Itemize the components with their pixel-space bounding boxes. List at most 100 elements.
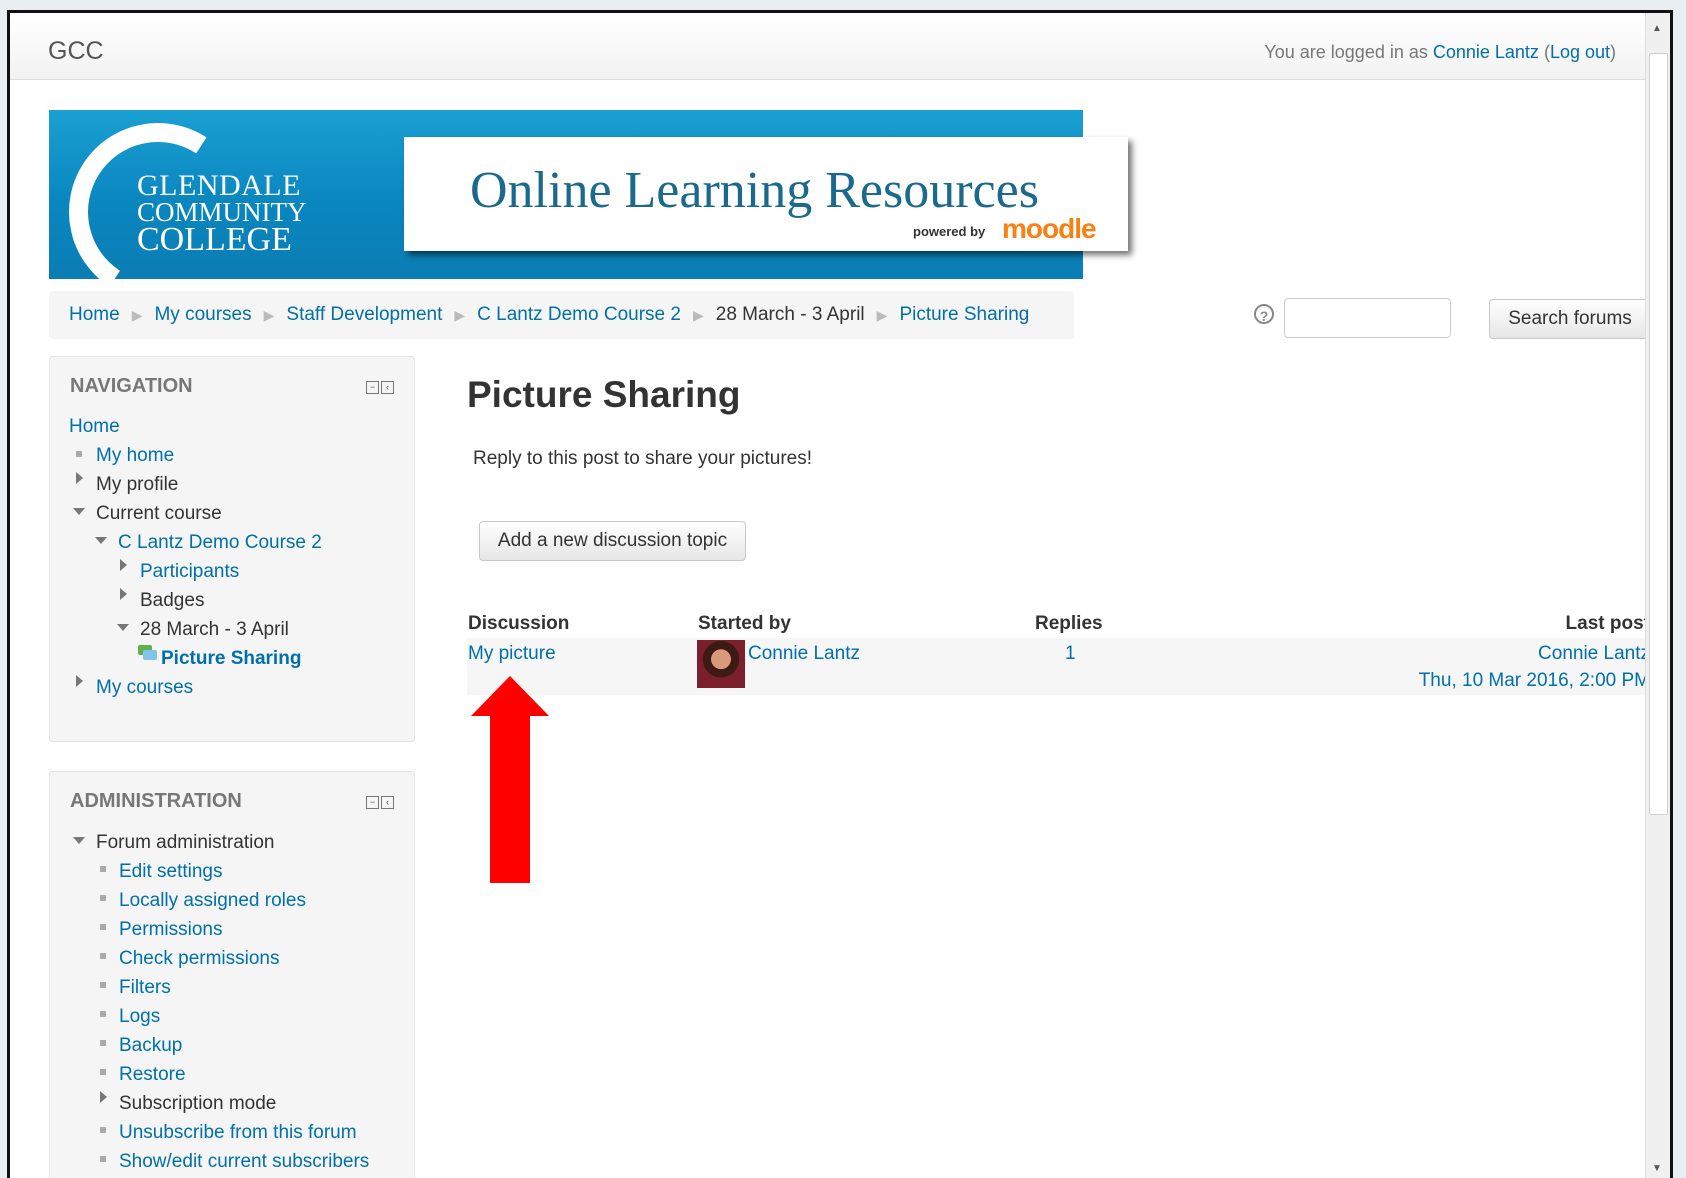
breadcrumb-separator-icon: ▶ [454, 306, 466, 323]
search-forums-button[interactable]: Search forums [1489, 299, 1651, 339]
nav-picture-sharing[interactable]: Picture Sharing [161, 648, 301, 670]
breadcrumb-separator-icon: ▶ [876, 306, 888, 323]
navigation-block: NAVIGATION − ‹ Home My home My profile Cu… [49, 356, 415, 742]
vertical-scrollbar[interactable]: ▲ ▼ [1645, 13, 1670, 1178]
nav-participants[interactable]: Participants [140, 561, 239, 583]
admin-locally-assigned-roles[interactable]: Locally assigned roles [119, 890, 306, 912]
logout-link[interactable]: Log out [1550, 42, 1610, 62]
nav-week[interactable]: 28 March - 3 April [140, 619, 289, 641]
admin-subscription-mode[interactable]: Subscription mode [119, 1093, 276, 1115]
login-info: You are logged in as Connie Lantz (Log o… [1264, 42, 1616, 62]
banner-title: Online Learning Resources [470, 162, 1039, 219]
search-forums-input[interactable] [1284, 298, 1451, 338]
nav-my-profile[interactable]: My profile [96, 474, 178, 496]
admin-show-edit-subscribers[interactable]: Show/edit current subscribers [119, 1151, 369, 1173]
last-post-date-link[interactable]: Thu, 10 Mar 2016, 2:00 PM [1419, 670, 1650, 692]
column-header-started-by: Started by [698, 613, 791, 634]
last-post-user-link[interactable]: Connie Lantz [1538, 643, 1650, 665]
collapse-arrow-icon[interactable] [95, 537, 107, 544]
bullet-icon [100, 1069, 106, 1075]
bullet-icon [100, 1011, 106, 1017]
column-header-discussion: Discussion [468, 613, 570, 634]
bullet-icon [100, 1127, 106, 1133]
expand-arrow-icon[interactable] [76, 675, 83, 687]
block-controls: − ‹ [366, 381, 394, 394]
login-prefix: You are logged in as [1264, 42, 1433, 62]
collapse-arrow-icon[interactable] [73, 837, 85, 844]
column-header-last-post: Last post [1565, 613, 1650, 634]
bullet-icon [100, 866, 106, 872]
breadcrumb-picture-sharing[interactable]: Picture Sharing [899, 304, 1029, 326]
bullet-icon [100, 924, 106, 930]
logo-line-1: GLENDALE [137, 169, 301, 202]
site-banner: GLENDALE COMMUNITY COLLEGE Online Learni… [49, 106, 1128, 318]
admin-permissions[interactable]: Permissions [119, 919, 222, 941]
forum-icon [138, 645, 157, 660]
started-by-link[interactable]: Connie Lantz [748, 643, 860, 665]
browser-window: GCC You are logged in as Connie Lantz (L… [7, 10, 1673, 1178]
user-profile-link[interactable]: Connie Lantz [1433, 42, 1539, 62]
add-discussion-topic-button[interactable]: Add a new discussion topic [479, 521, 746, 561]
block-controls: − ‹ [366, 796, 394, 809]
collapse-icon[interactable]: − [366, 796, 379, 809]
breadcrumb-home[interactable]: Home [69, 304, 120, 326]
expand-arrow-icon[interactable] [100, 1091, 107, 1103]
expand-arrow-icon[interactable] [120, 559, 127, 571]
admin-restore[interactable]: Restore [119, 1064, 186, 1086]
bullet-icon [100, 895, 106, 901]
bullet-icon [76, 451, 82, 457]
expand-arrow-icon[interactable] [120, 588, 127, 600]
admin-check-permissions[interactable]: Check permissions [119, 948, 280, 970]
collapse-arrow-icon[interactable] [117, 624, 129, 631]
powered-by-label: powered by [913, 224, 986, 239]
user-avatar[interactable] [697, 640, 745, 688]
admin-filters[interactable]: Filters [119, 977, 171, 999]
expand-arrow-icon[interactable] [76, 472, 83, 484]
logo-line-3: COLLEGE [137, 221, 292, 259]
bullet-icon [100, 982, 106, 988]
collapse-icon[interactable]: − [366, 381, 379, 394]
bullet-icon [100, 1040, 106, 1046]
bullet-icon [100, 1156, 106, 1162]
scroll-up-icon[interactable]: ▲ [1652, 23, 1662, 34]
discussion-link[interactable]: My picture [468, 643, 556, 665]
nav-home[interactable]: Home [69, 416, 120, 438]
navigation-block-title: NAVIGATION [70, 375, 193, 397]
breadcrumb-separator-icon: ▶ [131, 306, 143, 323]
admin-edit-settings[interactable]: Edit settings [119, 861, 223, 883]
breadcrumb-separator-icon: ▶ [692, 306, 704, 323]
top-navbar: GCC You are logged in as Connie Lantz (L… [10, 13, 1646, 80]
site-name[interactable]: GCC [48, 37, 104, 66]
dock-icon[interactable]: ‹ [381, 381, 394, 394]
breadcrumb-separator-icon: ▶ [263, 306, 275, 323]
red-arrow-head [471, 676, 549, 716]
breadcrumb-staff-development[interactable]: Staff Development [286, 304, 442, 326]
collapse-arrow-icon[interactable] [73, 508, 85, 515]
column-header-replies: Replies [1035, 613, 1103, 634]
forum-intro: Reply to this post to share your picture… [473, 448, 812, 469]
breadcrumb-my-courses[interactable]: My courses [154, 304, 251, 326]
admin-unsubscribe[interactable]: Unsubscribe from this forum [119, 1122, 357, 1144]
page-title: Picture Sharing [467, 374, 741, 415]
administration-block-title: ADMINISTRATION [70, 790, 242, 812]
scroll-down-icon[interactable]: ▼ [1652, 1163, 1662, 1174]
dock-icon[interactable]: ‹ [381, 796, 394, 809]
admin-forum-administration[interactable]: Forum administration [96, 832, 274, 854]
bullet-icon [100, 953, 106, 959]
nav-current-course[interactable]: Current course [96, 503, 222, 525]
banner-title-card: Online Learning Resources powered by moo… [404, 137, 1128, 251]
admin-logs[interactable]: Logs [119, 1006, 160, 1028]
nav-my-courses[interactable]: My courses [96, 677, 193, 699]
administration-block: ADMINISTRATION − ‹ Forum administration E… [49, 771, 415, 1178]
nav-my-home[interactable]: My home [96, 445, 174, 467]
replies-count-link[interactable]: 1 [1065, 643, 1076, 665]
nav-course[interactable]: C Lantz Demo Course 2 [118, 532, 322, 554]
college-logo: GLENDALE COMMUNITY COLLEGE [137, 169, 307, 259]
admin-backup[interactable]: Backup [119, 1035, 182, 1057]
nav-badges[interactable]: Badges [140, 590, 204, 612]
red-arrow-shaft [490, 715, 530, 883]
breadcrumb: Home ▶ My courses ▶ Staff Development ▶ … [49, 291, 1074, 339]
scroll-thumb[interactable] [1649, 53, 1668, 815]
breadcrumb-course[interactable]: C Lantz Demo Course 2 [477, 304, 681, 326]
help-icon[interactable]: ? [1254, 304, 1274, 324]
